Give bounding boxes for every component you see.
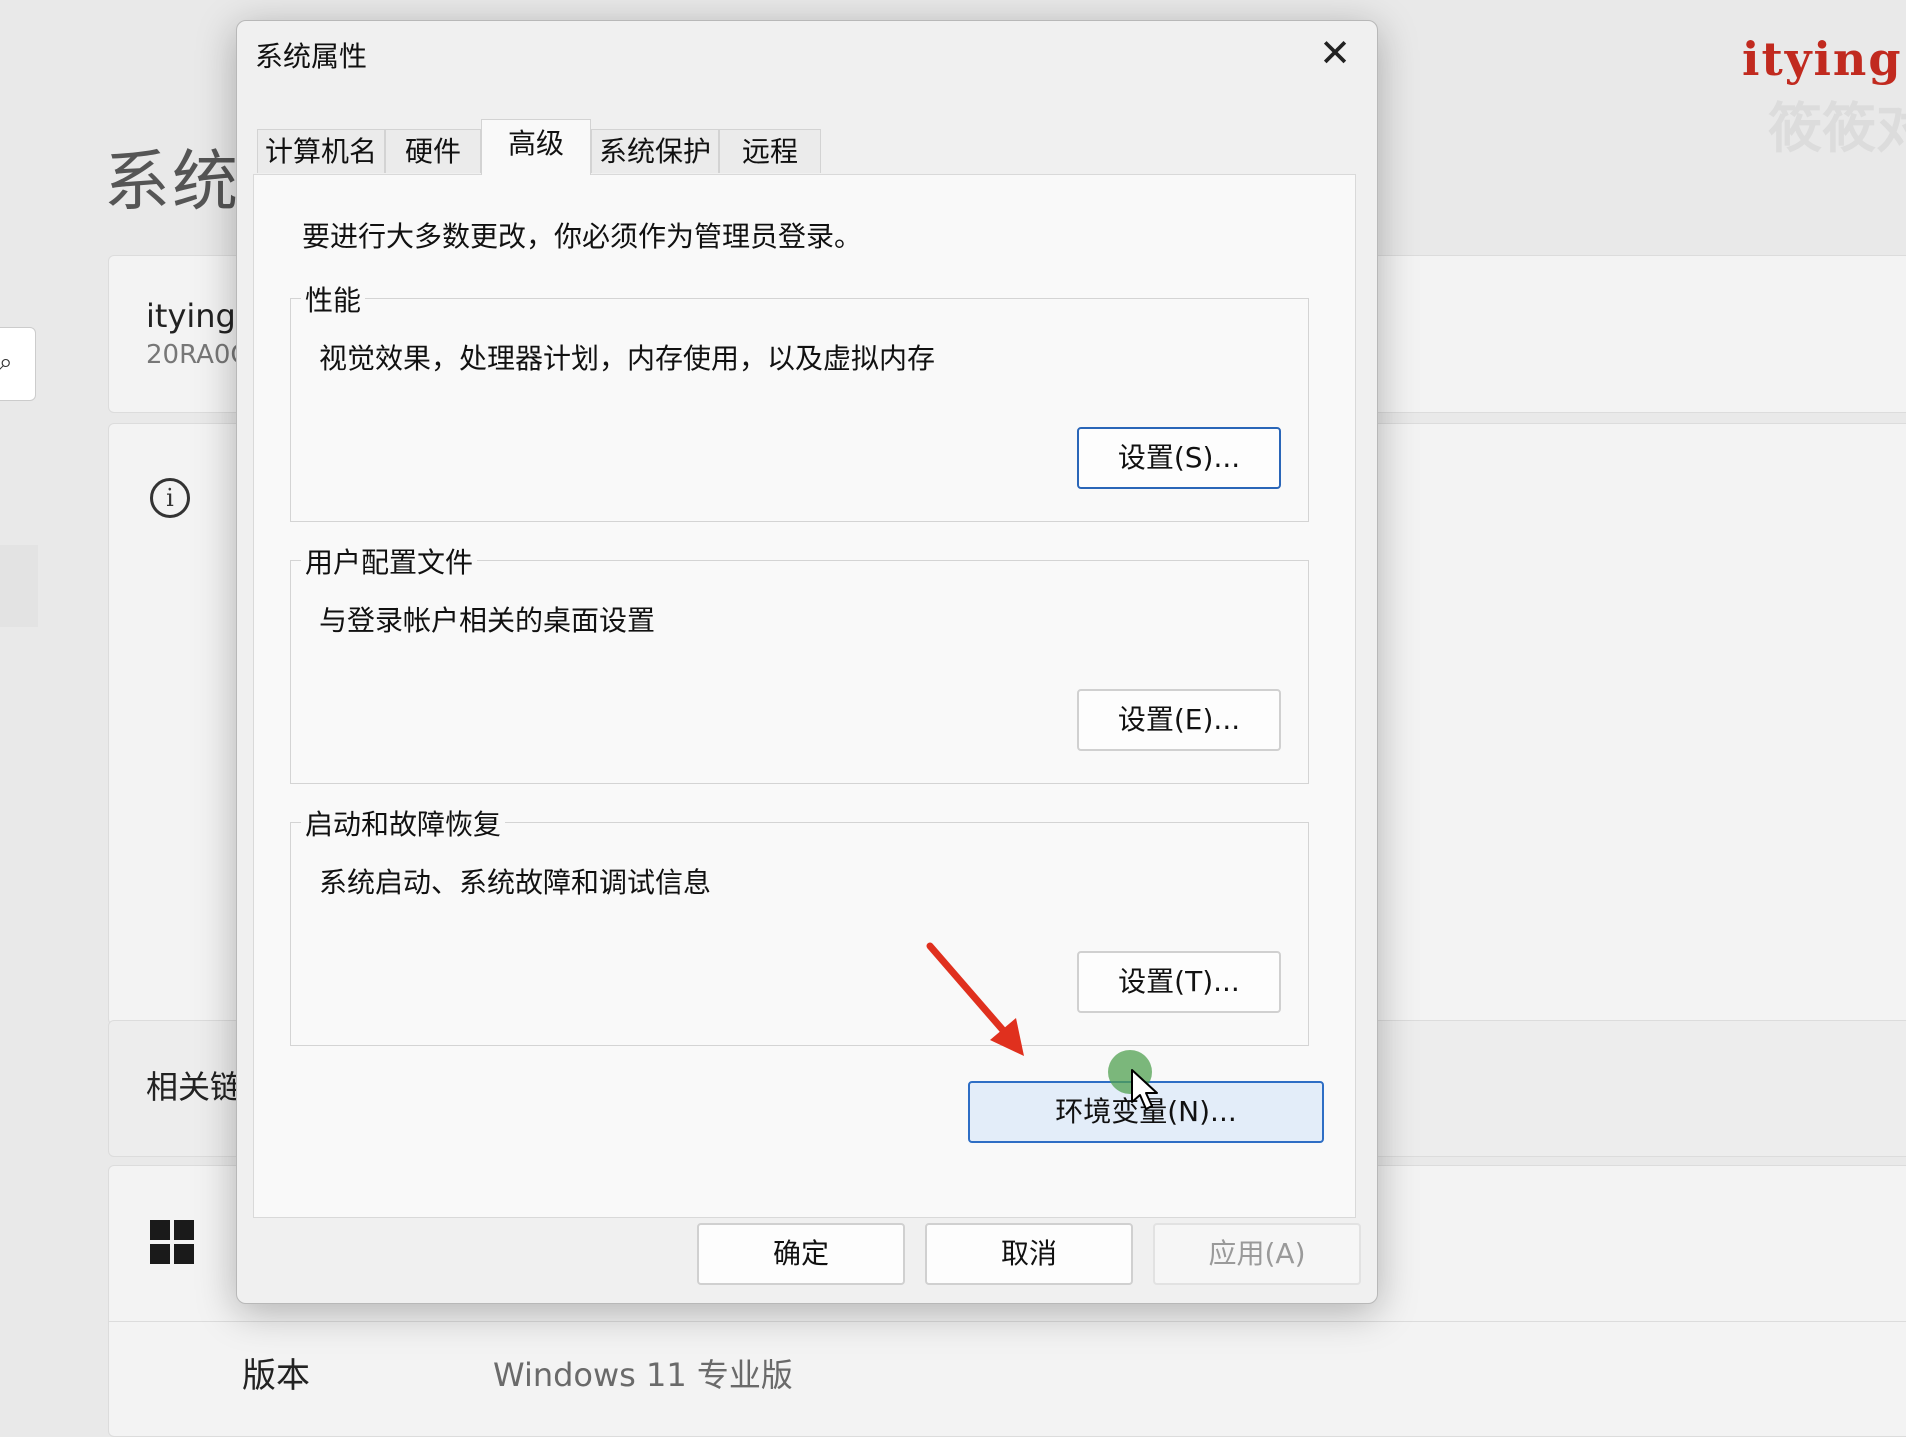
tab-hardware[interactable]: 硬件 bbox=[385, 129, 481, 173]
tab-advanced[interactable]: 高级 bbox=[481, 119, 591, 175]
user-profiles-group: 用户配置文件 与登录帐户相关的桌面设置 设置(E)... bbox=[290, 541, 1309, 784]
tab-remote[interactable]: 远程 bbox=[719, 129, 821, 173]
cancel-button[interactable]: 取消 bbox=[925, 1223, 1133, 1285]
performance-group: 性能 视觉效果，处理器计划，内存使用，以及虚拟内存 设置(S)... bbox=[290, 279, 1309, 522]
group-description: 与登录帐户相关的桌面设置 bbox=[319, 604, 656, 637]
pc-model: 20RA0C bbox=[146, 340, 249, 370]
edition-value: Windows 11 专业版 bbox=[493, 1356, 793, 1394]
admin-note: 要进行大多数更改，你必须作为管理员登录。 bbox=[302, 220, 863, 253]
group-legend: 性能 bbox=[301, 279, 366, 319]
performance-settings-button[interactable]: 设置(S)... bbox=[1077, 427, 1281, 489]
group-legend: 用户配置文件 bbox=[301, 541, 478, 581]
windows-logo-icon bbox=[150, 1220, 194, 1264]
page-title: 系统 bbox=[104, 143, 240, 220]
tab-system-protection[interactable]: 系统保护 bbox=[591, 129, 719, 173]
pc-name: itying bbox=[146, 297, 236, 335]
ok-button[interactable]: 确定 bbox=[697, 1223, 905, 1285]
info-icon: i bbox=[150, 478, 190, 518]
annotation-arrow-icon bbox=[926, 942, 1024, 1056]
search-button[interactable]: ⌕ bbox=[0, 327, 36, 401]
startup-recovery-group: 启动和故障恢复 系统启动、系统故障和调试信息 设置(T)... bbox=[290, 803, 1309, 1046]
advanced-tab-panel: 要进行大多数更改，你必须作为管理员登录。 性能 视觉效果，处理器计划，内存使用，… bbox=[253, 174, 1356, 1218]
mouse-cursor-icon bbox=[1131, 1069, 1158, 1110]
tab-computer-name[interactable]: 计算机名 bbox=[257, 129, 385, 173]
sidebar-item[interactable] bbox=[0, 545, 38, 627]
startup-recovery-settings-button[interactable]: 设置(T)... bbox=[1077, 951, 1281, 1013]
group-description: 视觉效果，处理器计划，内存使用，以及虚拟内存 bbox=[319, 342, 936, 375]
system-properties-dialog: 系统属性 ✕ 计算机名 硬件 高级 系统保护 远程 要进行大多数更改，你必须作为… bbox=[236, 20, 1378, 1304]
close-icon[interactable]: ✕ bbox=[1315, 34, 1355, 75]
watermark-sub: 筱筱对 bbox=[1768, 97, 1906, 160]
group-description: 系统启动、系统故障和调试信息 bbox=[319, 866, 712, 899]
watermark: itying. bbox=[1742, 32, 1906, 86]
apply-button[interactable]: 应用(A) bbox=[1153, 1223, 1361, 1285]
search-icon: ⌕ bbox=[0, 348, 13, 376]
edition-label: 版本 bbox=[242, 1356, 310, 1396]
dialog-title: 系统属性 bbox=[255, 40, 368, 73]
related-links-label: 相关链 bbox=[146, 1068, 243, 1106]
user-profiles-settings-button[interactable]: 设置(E)... bbox=[1077, 689, 1281, 751]
group-legend: 启动和故障恢复 bbox=[301, 803, 506, 843]
